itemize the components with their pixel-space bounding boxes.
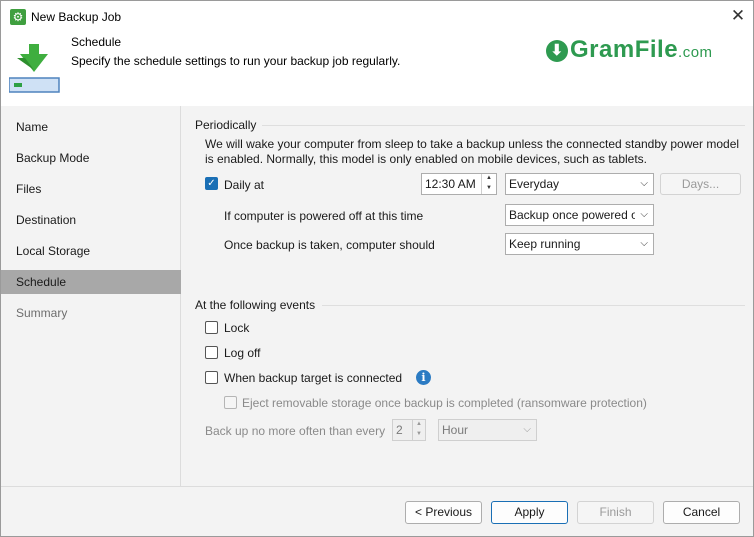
lock-checkbox[interactable] — [205, 321, 218, 334]
sidebar-item-destination[interactable]: Destination — [1, 208, 181, 232]
sidebar-item-files[interactable]: Files — [1, 177, 181, 201]
time-spin-buttons[interactable]: ▲ ▼ — [481, 174, 496, 194]
title-bar: ⚙ New Backup Job ✕ — [1, 1, 753, 32]
logo-suffix: .com — [678, 44, 713, 61]
gramfile-logo: ⬇ GramFile.com — [546, 36, 713, 64]
limit-spinner: 2 ▲ ▼ — [392, 419, 426, 441]
frequency-value: Everyday — [509, 177, 560, 191]
wizard-steps-sidebar: Name Backup Mode Files Destination Local… — [1, 106, 181, 486]
chevron-down-icon: ⌵ — [523, 424, 531, 435]
app-gear-icon: ⚙ — [10, 9, 26, 25]
frequency-dropdown[interactable]: Everyday ⌵ — [505, 173, 654, 195]
wake-note: We will wake your computer from sleep to… — [205, 137, 740, 166]
spin-down-icon[interactable]: ▼ — [482, 184, 496, 194]
spin-down-icon: ▼ — [416, 431, 422, 437]
limit-value: 2 — [396, 423, 403, 437]
powered-off-dropdown[interactable]: Backup once powered on ⌵ — [505, 204, 654, 226]
daily-time-value: 12:30 AM — [425, 177, 476, 191]
days-button: Days... — [660, 173, 741, 195]
schedule-panel: Periodically We will wake your computer … — [182, 106, 753, 486]
logo-download-icon: ⬇ — [546, 40, 568, 62]
lock-label: Lock — [224, 321, 250, 335]
sidebar-item-summary: Summary — [16, 306, 68, 320]
spin-up-icon: ▲ — [416, 421, 422, 427]
sidebar-item-backup-mode[interactable]: Backup Mode — [1, 146, 181, 170]
chevron-down-icon: ⌵ — [640, 238, 648, 249]
sidebar-item-schedule[interactable]: Schedule — [1, 270, 181, 294]
chevron-down-icon: ⌵ — [640, 209, 648, 220]
cancel-button[interactable]: Cancel — [663, 501, 740, 524]
sidebar-item-name[interactable]: Name — [1, 115, 181, 139]
apply-button[interactable]: Apply — [491, 501, 568, 524]
powered-off-label: If computer is powered off at this time — [224, 209, 424, 223]
previous-button[interactable]: < Previous — [405, 501, 482, 524]
logoff-checkbox[interactable] — [205, 346, 218, 359]
events-heading: At the following events — [195, 298, 320, 312]
events-divider — [322, 305, 745, 306]
chevron-down-icon: ⌵ — [640, 178, 648, 189]
daily-label: Daily at — [224, 178, 265, 192]
logoff-label: Log off — [224, 346, 261, 360]
eject-checkbox — [224, 396, 237, 409]
after-backup-label: Once backup is taken, computer should — [224, 238, 435, 252]
new-backup-job-dialog: ⚙ New Backup Job ✕ Schedule Specify the … — [0, 0, 754, 537]
limit-unit-dropdown: Hour ⌵ — [438, 419, 537, 441]
logo-text: GramFile — [570, 36, 679, 63]
backup-download-icon — [9, 44, 60, 93]
sidebar-item-local-storage[interactable]: Local Storage — [1, 239, 181, 263]
wizard-footer: < Previous Apply Finish Cancel — [1, 486, 753, 536]
limit-spin-buttons: ▲ ▼ — [412, 420, 425, 440]
periodically-heading: Periodically — [195, 118, 261, 132]
page-subtitle: Specify the schedule settings to run you… — [71, 54, 401, 68]
periodically-divider — [262, 125, 745, 126]
backup-target-checkbox[interactable] — [205, 371, 218, 384]
page-title: Schedule — [71, 35, 122, 49]
limit-label: Back up no more often than every — [205, 424, 386, 438]
daily-checkbox[interactable]: ✓ — [205, 177, 218, 190]
limit-unit-value: Hour — [442, 423, 469, 437]
window-title: New Backup Job — [31, 10, 122, 24]
wizard-header: Schedule Specify the schedule settings t… — [1, 32, 753, 106]
eject-label: Eject removable storage once backup is c… — [242, 396, 647, 410]
spin-up-icon[interactable]: ▲ — [482, 174, 496, 184]
after-backup-dropdown[interactable]: Keep running ⌵ — [505, 233, 654, 255]
backup-target-label: When backup target is connected — [224, 371, 403, 385]
daily-time-spinner[interactable]: 12:30 AM ▲ ▼ — [421, 173, 497, 195]
info-icon[interactable]: i — [416, 370, 431, 385]
powered-off-value: Backup once powered on — [509, 208, 635, 222]
after-backup-value: Keep running — [509, 237, 581, 251]
finish-button: Finish — [577, 501, 654, 524]
close-button[interactable]: ✕ — [723, 1, 753, 31]
